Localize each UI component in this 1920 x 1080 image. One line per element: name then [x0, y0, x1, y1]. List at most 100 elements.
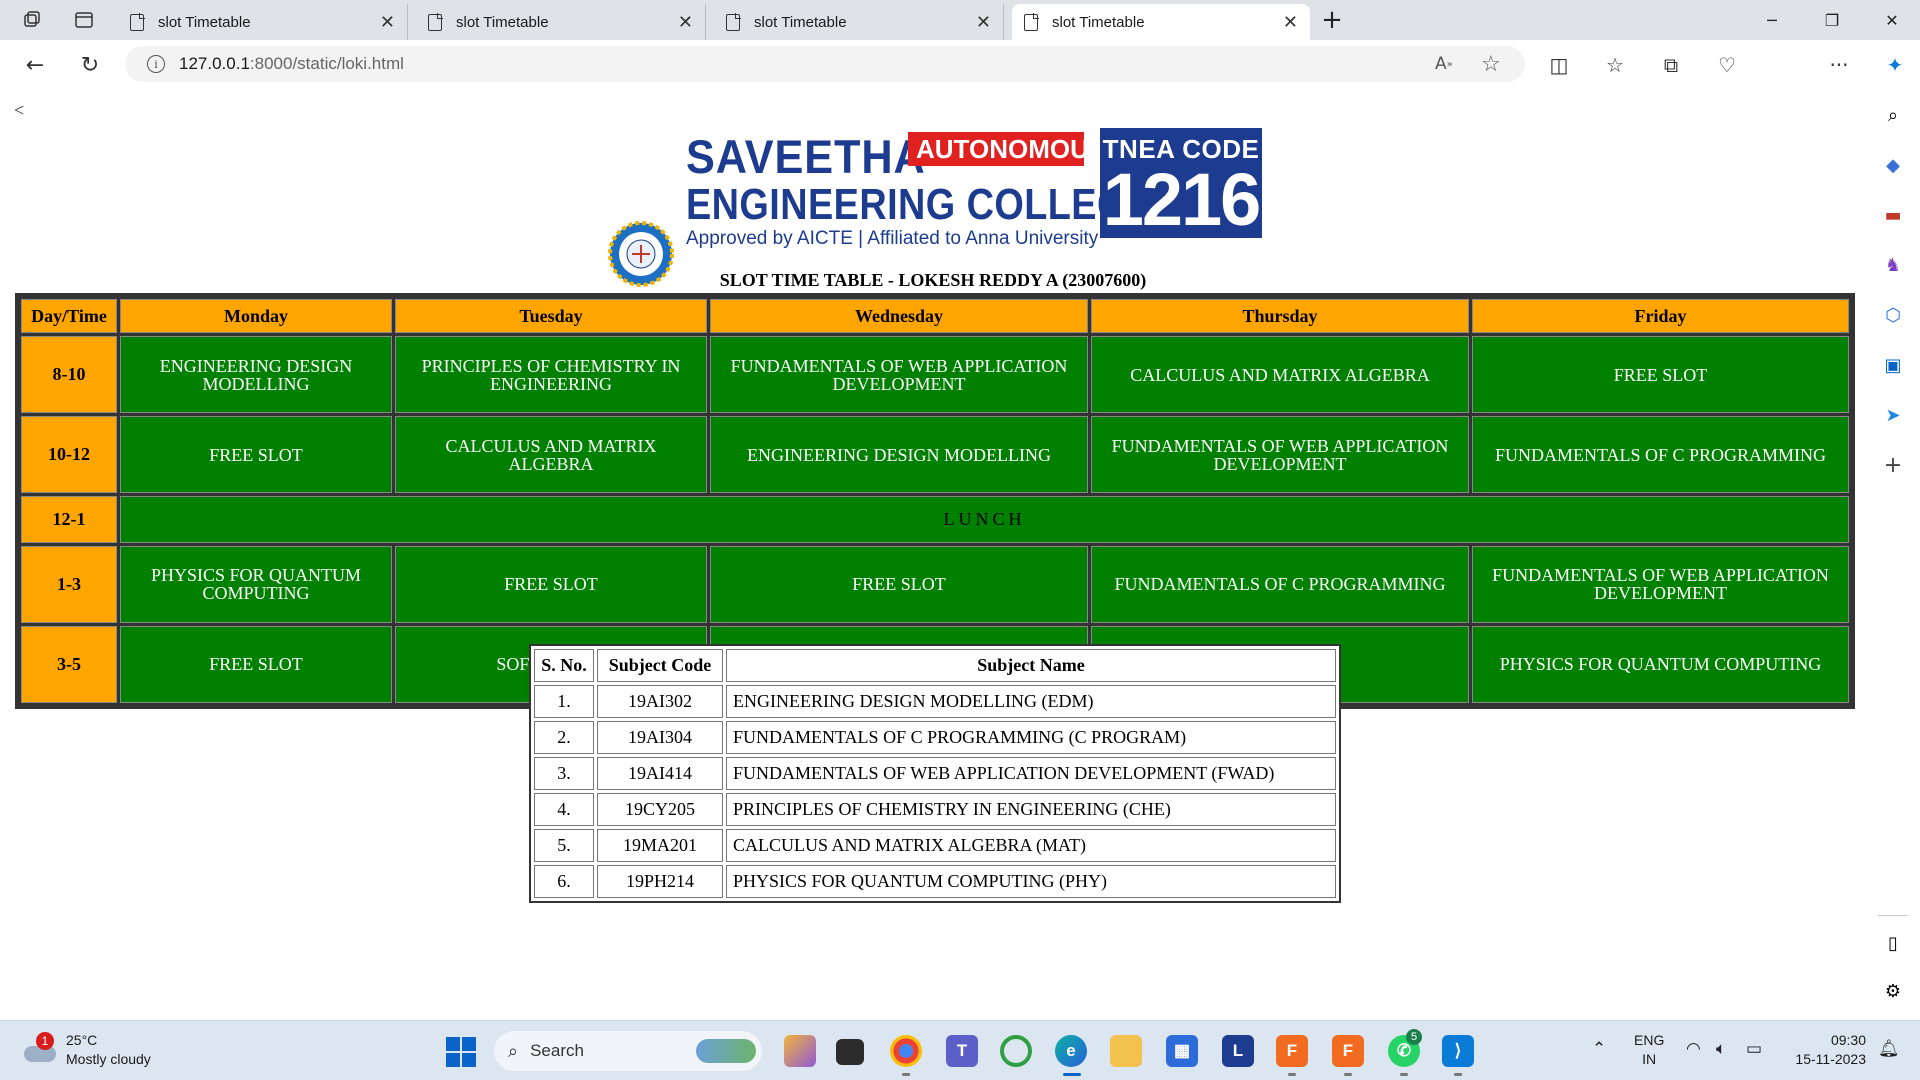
favorite-star-icon[interactable]: ☆: [1481, 46, 1501, 82]
vscode-icon[interactable]: ⟩: [1442, 1035, 1474, 1067]
time-slot: 3-5: [21, 625, 117, 703]
outlook-icon[interactable]: ▣: [1880, 352, 1906, 378]
slot-cell: PRINCIPLES OF CHEMISTRY IN ENGINEERING: [395, 336, 707, 414]
refresh-icon[interactable]: ↻: [75, 50, 105, 80]
tab-2[interactable]: slot Timetable ✕: [416, 4, 706, 40]
running-indicator: [1288, 1073, 1296, 1076]
tools-briefcase-icon[interactable]: ▬: [1880, 202, 1906, 228]
running-indicator: [1344, 1073, 1352, 1076]
time-slot: 10-12: [21, 416, 117, 494]
table-row: 4. 19CY205 PRINCIPLES OF CHEMISTRY IN EN…: [534, 793, 1336, 826]
clock[interactable]: 09:30 15-11-2023: [1786, 1031, 1866, 1069]
fusion360-second-icon[interactable]: F: [1332, 1035, 1364, 1067]
url-field[interactable]: i 127.0.0.1:8000/static/loki.html A» ☆: [125, 46, 1525, 82]
chevron-up-icon[interactable]: ⌃: [1592, 1039, 1606, 1059]
notification-bell-icon[interactable]: 🔔︎: [1878, 1039, 1900, 1059]
restore-icon[interactable]: ❐: [1818, 6, 1846, 34]
wifi-icon[interactable]: ◠: [1686, 1039, 1701, 1059]
slot-cell: FREE SLOT: [120, 416, 392, 494]
browser-essentials-icon[interactable]: ♡: [1712, 50, 1742, 80]
whatsapp-badge: 5: [1406, 1029, 1422, 1045]
games-icon[interactable]: ♞: [1880, 252, 1906, 278]
task-view-icon[interactable]: [836, 1039, 864, 1065]
back-arrow-icon[interactable]: ←: [20, 50, 50, 80]
timetable-row: 8-10 ENGINEERING DESIGN MODELLING PRINCI…: [21, 336, 1849, 414]
close-icon[interactable]: ✕: [380, 12, 395, 33]
shopping-tag-icon[interactable]: ◆: [1880, 152, 1906, 178]
logo-approved-text: Approved by AICTE | Affiliated to Anna U…: [686, 228, 1099, 249]
sno-cell: 1.: [534, 685, 594, 718]
start-button[interactable]: [446, 1037, 476, 1067]
info-icon[interactable]: i: [147, 55, 165, 73]
weather-badge: 1: [36, 1032, 54, 1050]
tab-1[interactable]: slot Timetable ✕: [118, 4, 408, 40]
battery-icon[interactable]: ▭: [1746, 1039, 1762, 1059]
tab-title: slot Timetable: [1052, 13, 1145, 31]
name-cell: CALCULUS AND MATRIX ALGEBRA (MAT): [726, 829, 1336, 862]
edge-icon[interactable]: e: [1055, 1035, 1087, 1067]
file-explorer-icon[interactable]: [1110, 1035, 1142, 1067]
lunch-cell: LUNCH: [120, 496, 1849, 543]
running-indicator: [1454, 1073, 1462, 1076]
split-screen-icon[interactable]: ◫: [1544, 50, 1574, 80]
refresh-app-icon[interactable]: [1000, 1035, 1032, 1067]
fusion360-icon[interactable]: F: [1276, 1035, 1308, 1067]
more-menu-icon[interactable]: ···: [1824, 50, 1854, 80]
tab-4-active[interactable]: slot Timetable ✕: [1012, 4, 1310, 40]
tnea-code-box: TNEA CODE 1216: [1100, 128, 1262, 238]
favorites-icon[interactable]: ☆: [1600, 50, 1630, 80]
name-cell: ENGINEERING DESIGN MODELLING (EDM): [726, 685, 1336, 718]
running-indicator: [1063, 1073, 1081, 1076]
copilot-icon[interactable]: ✦: [1880, 50, 1910, 80]
slot-cell: FREE SLOT: [395, 545, 707, 623]
clock-time: 09:30: [1830, 1032, 1866, 1048]
slot-cell: ENGINEERING DESIGN MODELLING: [120, 336, 392, 414]
header-thursday: Thursday: [1091, 299, 1469, 333]
close-icon[interactable]: ✕: [976, 12, 991, 33]
sno-cell: 6.: [534, 865, 594, 898]
tab-3[interactable]: slot Timetable ✕: [714, 4, 1004, 40]
workspaces-icon[interactable]: [20, 8, 44, 32]
weather-widget[interactable]: 1 25°C Mostly cloudy: [24, 1031, 151, 1069]
language-indicator[interactable]: ENG IN: [1634, 1031, 1664, 1069]
add-app-icon[interactable]: +: [1880, 452, 1906, 478]
search-icon[interactable]: ⌕: [1880, 102, 1906, 128]
tab-actions-icon[interactable]: [72, 8, 96, 32]
store-icon[interactable]: ▦: [1166, 1035, 1198, 1067]
teams-icon[interactable]: T: [946, 1035, 978, 1067]
slot-cell: PHYSICS FOR QUANTUM COMPUTING: [1472, 625, 1849, 703]
new-tab-icon[interactable]: +: [1320, 5, 1344, 35]
header-wednesday: Wednesday: [710, 299, 1088, 333]
sidebar-toggle-icon[interactable]: ▯: [1880, 930, 1906, 956]
code-cell: 19PH214: [597, 865, 723, 898]
name-cell: FUNDAMENTALS OF WEB APPLICATION DEVELOPM…: [726, 757, 1336, 790]
slot-cell: CALCULUS AND MATRIX ALGEBRA: [1091, 336, 1469, 414]
close-icon[interactable]: ✕: [678, 12, 693, 33]
back-link[interactable]: <: [14, 100, 24, 121]
taskbar-search[interactable]: ⌕ Search: [494, 1031, 762, 1071]
drop-send-icon[interactable]: ➤: [1880, 402, 1906, 428]
sno-cell: 5.: [534, 829, 594, 862]
slot-cell: FUNDAMENTALS OF WEB APPLICATION DEVELOPM…: [1472, 545, 1849, 623]
window-close-icon[interactable]: ✕: [1878, 6, 1906, 34]
chrome-icon[interactable]: [890, 1035, 922, 1067]
minimize-icon[interactable]: ─: [1758, 6, 1786, 34]
logo-engineering-text: ENGINEERING COLLEGE: [686, 180, 1153, 229]
slot-cell: FUNDAMENTALS OF C PROGRAMMING: [1472, 416, 1849, 494]
collections-icon[interactable]: ⧉: [1656, 50, 1686, 80]
tab-title: slot Timetable: [456, 13, 549, 31]
slot-cell: FREE SLOT: [710, 545, 1088, 623]
settings-gear-icon[interactable]: ⚙: [1880, 978, 1906, 1004]
microsoft-365-icon[interactable]: ⬡: [1880, 302, 1906, 328]
l-app-icon[interactable]: L: [1222, 1035, 1254, 1067]
read-aloud-icon[interactable]: A»: [1435, 46, 1453, 82]
time-slot: 1-3: [21, 545, 117, 623]
speaker-icon[interactable]: 🔈︎: [1716, 1039, 1726, 1059]
browser-tab-bar: slot Timetable ✕ slot Timetable ✕ slot T…: [0, 0, 1920, 40]
close-icon[interactable]: ✕: [1283, 12, 1298, 33]
sno-cell: 4.: [534, 793, 594, 826]
name-cell: PRINCIPLES OF CHEMISTRY IN ENGINEERING (…: [726, 793, 1336, 826]
address-bar-row: ← ↻ i 127.0.0.1:8000/static/loki.html A»…: [0, 40, 1920, 118]
preview-app-icon[interactable]: [784, 1035, 816, 1067]
table-row: 2. 19AI304 FUNDAMENTALS OF C PROGRAMMING…: [534, 721, 1336, 754]
